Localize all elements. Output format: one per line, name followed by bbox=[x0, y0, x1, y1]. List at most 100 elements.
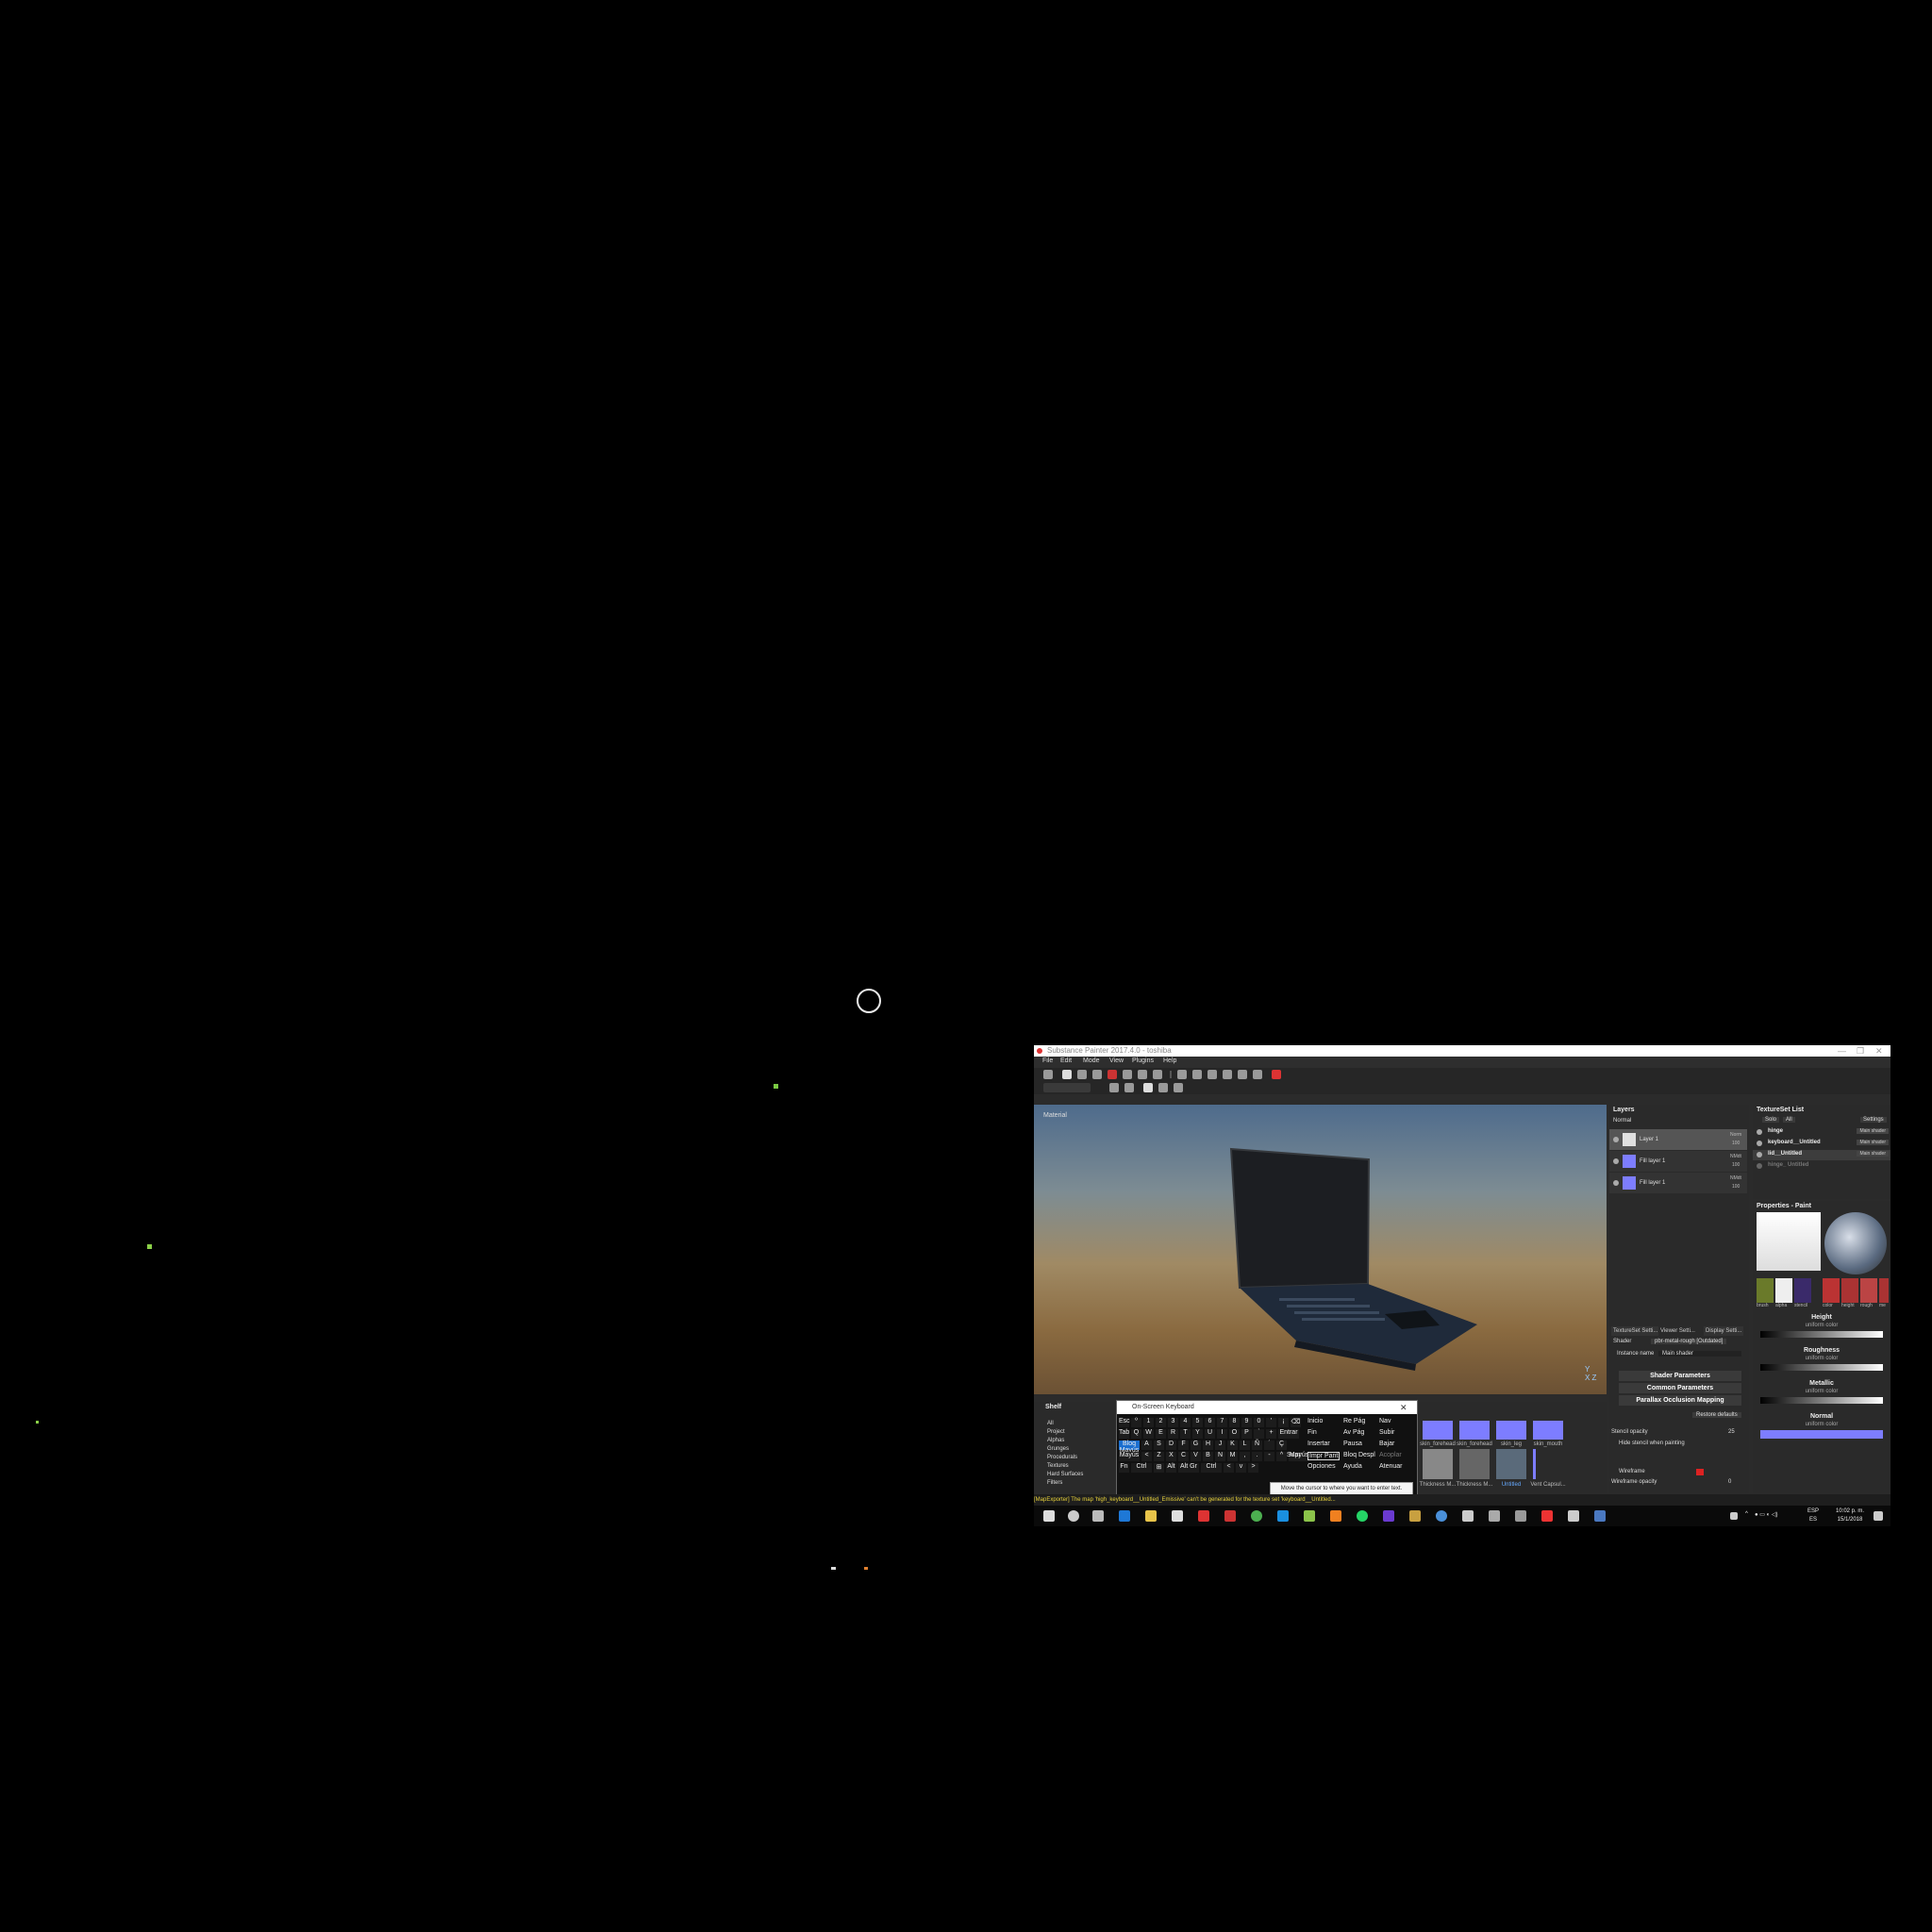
osk-key[interactable]: v bbox=[1236, 1463, 1246, 1473]
shelf-category[interactable]: Procedurals bbox=[1047, 1455, 1077, 1460]
polygon-fill-icon[interactable] bbox=[1108, 1070, 1117, 1079]
projection-icon[interactable] bbox=[1092, 1070, 1102, 1079]
app-icon[interactable] bbox=[1436, 1510, 1447, 1522]
menu-help[interactable]: Help bbox=[1163, 1058, 1176, 1064]
maximize-button[interactable]: ❐ bbox=[1857, 1045, 1864, 1057]
clock-date[interactable]: 15/1/2018 bbox=[1826, 1517, 1874, 1523]
osk-key[interactable]: B bbox=[1203, 1452, 1213, 1461]
chrome-icon[interactable] bbox=[1251, 1510, 1262, 1522]
osk-nav-key[interactable]: Av Pág bbox=[1343, 1429, 1364, 1436]
osk-close-icon[interactable]: ✕ bbox=[1400, 1401, 1407, 1414]
settings-gear-icon[interactable] bbox=[1174, 1083, 1183, 1092]
osk-nav-key[interactable]: Insertar bbox=[1307, 1441, 1330, 1447]
osk-key[interactable]: Esc bbox=[1119, 1418, 1130, 1427]
textureset-row[interactable]: hinge_ Untitled bbox=[1753, 1161, 1890, 1172]
osk-key[interactable]: 2 bbox=[1156, 1418, 1166, 1427]
color-channel-thumb[interactable] bbox=[1823, 1278, 1840, 1303]
solo-button[interactable]: Solo bbox=[1762, 1117, 1780, 1123]
tab-textureset-settings[interactable]: TextureSet Setti... bbox=[1611, 1326, 1660, 1336]
lazy-mouse-icon[interactable] bbox=[1208, 1070, 1217, 1079]
osk-key[interactable]: + bbox=[1266, 1429, 1276, 1439]
brush-channel-thumb[interactable] bbox=[1757, 1278, 1774, 1303]
tray-chevron-icon[interactable]: ^ bbox=[1745, 1511, 1748, 1517]
osk-key[interactable]: F bbox=[1178, 1441, 1189, 1450]
osk-key[interactable]: 8 bbox=[1229, 1418, 1240, 1427]
osk-key[interactable]: U bbox=[1205, 1429, 1215, 1439]
osk-key[interactable]: C bbox=[1178, 1452, 1189, 1461]
app-icon[interactable] bbox=[1409, 1510, 1421, 1522]
osk-key[interactable]: X bbox=[1166, 1452, 1176, 1461]
metal-channel-thumb[interactable] bbox=[1879, 1278, 1889, 1303]
osk-nav-key[interactable]: Ayuda bbox=[1343, 1463, 1362, 1470]
visibility-eye-icon[interactable] bbox=[1757, 1129, 1762, 1135]
osk-key[interactable]: M bbox=[1227, 1452, 1238, 1461]
app-icon[interactable] bbox=[1594, 1510, 1606, 1522]
app-icon[interactable] bbox=[1515, 1510, 1526, 1522]
circle-icon[interactable] bbox=[1124, 1083, 1134, 1092]
osk-key[interactable]: > bbox=[1248, 1463, 1258, 1473]
menu-plugins[interactable]: Plugins bbox=[1132, 1058, 1154, 1064]
osk-delete-key[interactable]: Supr bbox=[1287, 1452, 1301, 1458]
osk-key[interactable]: ` bbox=[1254, 1429, 1264, 1439]
osk-key[interactable]: G bbox=[1191, 1441, 1201, 1450]
osk-nav-key[interactable]: Re Pág bbox=[1343, 1418, 1365, 1424]
warning-icon[interactable] bbox=[1272, 1070, 1281, 1079]
material-picker-icon[interactable] bbox=[1153, 1070, 1162, 1079]
paint-brush-icon[interactable] bbox=[1062, 1070, 1072, 1079]
visibility-eye-icon[interactable] bbox=[1757, 1163, 1762, 1169]
textureset-row[interactable]: keyboard__Untitled Main shader bbox=[1753, 1139, 1890, 1149]
osk-key[interactable]: . bbox=[1252, 1452, 1262, 1461]
visibility-eye-icon[interactable] bbox=[1613, 1137, 1619, 1142]
app-icon[interactable] bbox=[1383, 1510, 1394, 1522]
osk-key[interactable]: L bbox=[1240, 1441, 1250, 1450]
shelf-category[interactable]: Textures bbox=[1047, 1463, 1069, 1469]
all-button[interactable]: All bbox=[1783, 1117, 1795, 1123]
rough-channel-thumb[interactable] bbox=[1860, 1278, 1877, 1303]
wireframe-checkbox[interactable]: Wireframe bbox=[1619, 1469, 1645, 1474]
osk-nav-key[interactable]: Bajar bbox=[1379, 1441, 1394, 1447]
normal-color-swatch[interactable] bbox=[1760, 1430, 1883, 1439]
file-explorer-icon[interactable] bbox=[1145, 1510, 1157, 1522]
shelf-category[interactable]: Grunges bbox=[1047, 1446, 1069, 1452]
osk-key[interactable]: 7 bbox=[1217, 1418, 1227, 1427]
app-icon[interactable] bbox=[1304, 1510, 1315, 1522]
osk-key[interactable]: J bbox=[1215, 1441, 1225, 1450]
osk-key[interactable]: Entrar bbox=[1278, 1429, 1299, 1439]
osk-key[interactable]: ´ bbox=[1264, 1441, 1274, 1450]
input-language[interactable]: ESP bbox=[1807, 1508, 1819, 1514]
settings-button[interactable]: Settings bbox=[1860, 1117, 1887, 1123]
height-channel-thumb[interactable] bbox=[1841, 1278, 1858, 1303]
shader-select[interactable]: pbr-metal-rough [Outdated] bbox=[1651, 1339, 1727, 1344]
osk-key[interactable]: 0 bbox=[1254, 1418, 1264, 1427]
osk-key[interactable]: Q bbox=[1131, 1429, 1141, 1439]
menu-mode[interactable]: Mode bbox=[1083, 1058, 1100, 1064]
osk-nav-key[interactable]: Fin bbox=[1307, 1429, 1317, 1436]
osk-key[interactable]: ⌫ bbox=[1291, 1418, 1301, 1427]
osk-key[interactable]: V bbox=[1191, 1452, 1201, 1461]
layer-row[interactable]: Fill layer 1 NMdt 100 bbox=[1609, 1151, 1747, 1172]
roughness-slider[interactable] bbox=[1760, 1364, 1883, 1371]
wireframe-color-swatch[interactable] bbox=[1696, 1469, 1704, 1475]
parallax-occlusion-section[interactable]: Parallax Occlusion Mapping bbox=[1619, 1395, 1741, 1406]
osk-key[interactable]: 3 bbox=[1168, 1418, 1178, 1427]
osk-key[interactable]: 1 bbox=[1143, 1418, 1154, 1427]
search-field[interactable] bbox=[1043, 1083, 1091, 1092]
input-language-sub[interactable]: ES bbox=[1809, 1517, 1817, 1523]
osk-key[interactable]: Y bbox=[1192, 1429, 1203, 1439]
layer-row[interactable]: Layer 1 Norm 100 bbox=[1609, 1129, 1747, 1150]
shelf-material-thumb[interactable] bbox=[1533, 1421, 1563, 1440]
shelf-material-thumb[interactable] bbox=[1423, 1421, 1453, 1440]
project-icon[interactable] bbox=[1043, 1070, 1053, 1079]
layer-blend-mode-select[interactable]: Normal bbox=[1613, 1118, 1631, 1124]
eraser-icon[interactable] bbox=[1077, 1070, 1087, 1079]
osk-key[interactable]: º bbox=[1131, 1418, 1141, 1427]
osk-key[interactable]: R bbox=[1168, 1429, 1178, 1439]
osk-nav-key[interactable]: Impr Pant bbox=[1307, 1452, 1341, 1460]
osk-key[interactable]: 4 bbox=[1180, 1418, 1191, 1427]
tab-display-settings[interactable]: Display Setti... bbox=[1704, 1326, 1744, 1336]
osk-key[interactable]: < bbox=[1141, 1452, 1152, 1461]
osk-nav-key[interactable]: Acoplar bbox=[1379, 1452, 1402, 1458]
action-center-icon[interactable] bbox=[1874, 1511, 1883, 1521]
app-icon[interactable] bbox=[1462, 1510, 1474, 1522]
alpha-channel-thumb[interactable] bbox=[1775, 1278, 1792, 1303]
